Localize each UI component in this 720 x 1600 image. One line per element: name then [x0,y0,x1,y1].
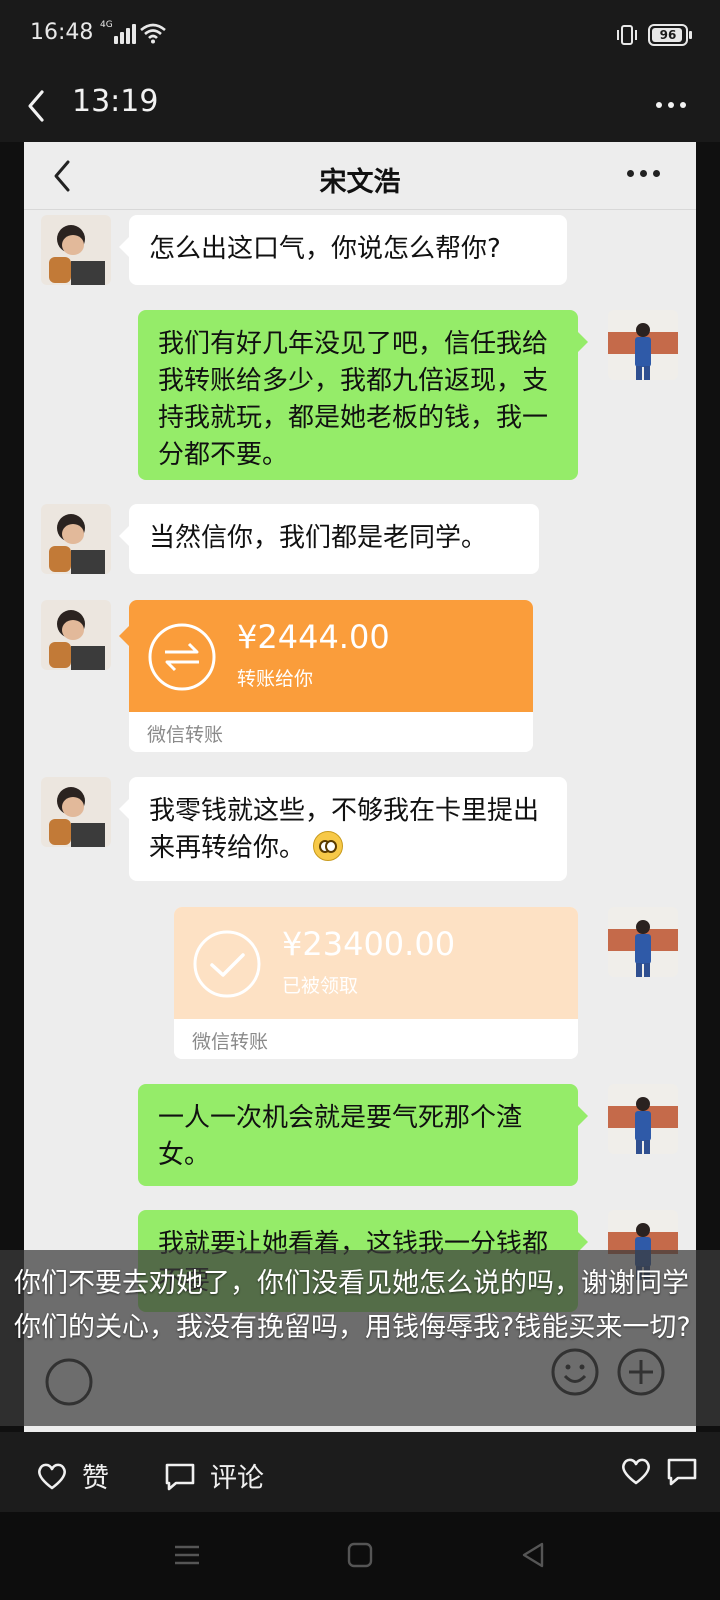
like-button[interactable]: 赞 [36,1456,109,1495]
transfer-note: 已被领取 [282,975,359,997]
check-icon [193,930,261,998]
wifi-icon [140,23,166,44]
viewer-header: 13:19 [0,70,720,142]
transfer-footer: 微信转账 [129,712,533,752]
transfer-amount: ¥2444.00 [237,618,390,656]
back-icon[interactable] [18,82,58,130]
message-bubble: 当然信你，我们都是老同学。 [119,504,539,574]
comment-icon [667,1458,697,1486]
vibrate-icon [617,25,637,45]
message-bubble: 一人一次机会就是要气死那个渣女。 [138,1084,588,1186]
message-text: 我零钱就这些，不够我在卡里提出来再转给你。 [149,796,540,863]
more-icon[interactable] [646,90,696,120]
comment-label: 评论 [210,1463,264,1494]
post-caption: 你们不要去劝她了，你们没看见她怎么说的吗，谢谢同学你们的关心，我没有挽留吗，用钱… [14,1268,691,1343]
system-nav-bar [0,1512,720,1600]
contact-name: 宋文浩 [319,167,401,198]
message-bubble: 我零钱就这些，不够我在卡里提出来再转给你。 [119,777,567,881]
network-type: 4G [100,20,113,30]
chat-more-icon [616,170,660,182]
like-label: 赞 [82,1463,109,1494]
avatar-child [41,777,111,847]
avatar-man [608,310,678,380]
chat-header: 宋文浩 [24,142,696,210]
avatar-child [41,600,111,670]
status-bar: 16:48 4G 96 [0,0,720,70]
transfer-footer: 微信转账 [174,1019,578,1059]
message-bubble: 怎么出这口气，你说怎么帮你? [119,215,567,285]
transfer-note: 转账给你 [237,668,314,690]
comment-count-button[interactable] [666,1456,698,1486]
signal-icon: 4G [100,20,136,44]
like-count-button[interactable] [620,1456,652,1486]
transfer-amount: ¥23400.00 [282,925,456,963]
avatar-man [608,1084,678,1154]
comment-icon [165,1463,195,1490]
avatar-man [608,907,678,977]
flushed-emoji-icon [313,831,344,861]
avatar-child [41,215,111,285]
action-bar: 赞 评论 [0,1432,720,1512]
menu-icon[interactable] [172,1540,202,1570]
status-time: 16:48 [30,20,94,45]
transfer-icon [148,623,216,691]
message-bubble: 我们有好几年没见了吧，信任我给我转账给多少，我都九倍返现，支持我就玩，都是她老板… [138,310,588,480]
battery-level: 96 [659,28,677,42]
home-icon[interactable] [345,1540,375,1570]
viewer-title: 13:19 [72,84,159,119]
heart-icon [38,1463,66,1489]
heart-icon [622,1458,650,1485]
avatar-child [41,504,111,574]
comment-button[interactable]: 评论 [164,1456,264,1495]
nav-back-icon[interactable] [518,1540,548,1570]
battery-icon: 96 [648,24,692,46]
transfer-card-received: ¥23400.00 已被领取 微信转账 [174,907,578,1059]
transfer-card: ¥2444.00 转账给你 微信转账 [119,600,533,752]
shared-screenshot[interactable]: 宋文浩 怎么出这口气，你说怎么帮你? 我们有好几年没见了吧，信任我给我转账给多少… [24,142,696,1432]
